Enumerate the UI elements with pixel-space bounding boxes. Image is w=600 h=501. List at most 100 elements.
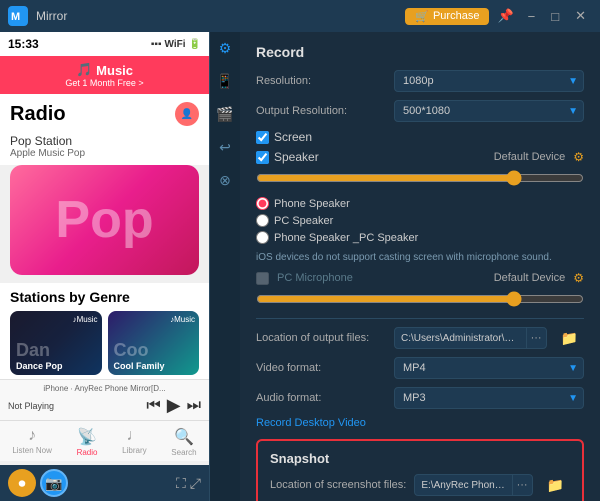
nav-listen-now[interactable]: ♪ Listen Now bbox=[12, 427, 52, 457]
genre-img-text-2: Coo bbox=[114, 340, 149, 361]
video-format-label: Video format: bbox=[256, 362, 386, 374]
ios-note: iOS devices do not support casting scree… bbox=[256, 252, 584, 263]
speaker-row: Speaker Default Device ⚙ bbox=[256, 150, 584, 164]
nav-library[interactable]: ♩ Library bbox=[122, 427, 146, 457]
video-format-row: Video format: MP4 AVI MOV ▼ bbox=[256, 357, 584, 379]
pc-mic-gear-icon[interactable]: ⚙ bbox=[573, 271, 584, 285]
apple-music-icon: 🎵 bbox=[76, 62, 92, 78]
screen-checkbox[interactable] bbox=[256, 131, 269, 144]
battery-icon: 🔋 bbox=[189, 39, 201, 50]
speaker-label: Speaker bbox=[274, 150, 319, 164]
output-resolution-select[interactable]: 500*1080 bbox=[394, 100, 584, 122]
expand-icon[interactable]: ⛶ bbox=[176, 475, 186, 492]
output-files-path: C:\Users\Administrator\Videos\AnyRe ... bbox=[395, 329, 526, 348]
prev-button[interactable]: ⏮ bbox=[146, 397, 160, 415]
maximize-button[interactable]: □ bbox=[545, 7, 565, 26]
genre-img-text-1: Dan bbox=[16, 340, 50, 361]
close-button[interactable]: ✕ bbox=[569, 6, 592, 26]
audio-format-select[interactable]: MP3 AAC bbox=[394, 387, 584, 409]
phone-icon[interactable]: 📱 bbox=[216, 73, 233, 90]
music-promo[interactable]: Get 1 Month Free > bbox=[10, 78, 199, 88]
pc-speaker-option: PC Speaker bbox=[256, 214, 584, 227]
control-buttons: ⏮ ▶ ⏭ bbox=[146, 395, 201, 416]
genre-label-1: Dance Pop bbox=[16, 361, 63, 371]
radio-icon: 📡 bbox=[77, 427, 97, 447]
close-side-icon[interactable]: ⊗ bbox=[219, 172, 231, 189]
screenshot-folder-icon[interactable]: 📁 bbox=[541, 475, 570, 496]
side-strip: ⚙ 📱 🎬 ↩ ⊗ bbox=[210, 32, 240, 501]
speaker-gear-icon[interactable]: ⚙ bbox=[573, 150, 584, 164]
output-files-dots[interactable]: ··· bbox=[526, 328, 546, 348]
phone-toolbar: ⏺ 📷 ⛶ ⤢ bbox=[0, 465, 209, 501]
undo-icon[interactable]: ↩ bbox=[219, 139, 231, 156]
toolbar-right: ⛶ ⤢ bbox=[176, 475, 201, 492]
settings-icon[interactable]: ⚙ bbox=[219, 40, 232, 57]
phone-pc-speaker-radio[interactable] bbox=[256, 231, 269, 244]
slider-row bbox=[256, 170, 584, 189]
audio-format-label: Audio format: bbox=[256, 392, 386, 404]
phone-speaker-option: Phone Speaker bbox=[256, 197, 584, 210]
pc-mic-row: PC Microphone Default Device ⚙ bbox=[256, 271, 584, 285]
record-title: Record bbox=[256, 44, 584, 60]
music-title: Music bbox=[96, 63, 133, 78]
record-desktop-link[interactable]: Record Desktop Video bbox=[256, 417, 584, 429]
next-button[interactable]: ⏭ bbox=[187, 397, 201, 415]
nav-search[interactable]: 🔍 Search bbox=[171, 427, 196, 457]
resolution-row: Resolution: 1080p 720p 480p ▼ bbox=[256, 70, 584, 92]
phone-pc-speaker-option: Phone Speaker _PC Speaker bbox=[256, 231, 584, 244]
pc-mic-checkbox[interactable] bbox=[256, 272, 269, 285]
genre-title: Stations by Genre bbox=[10, 289, 199, 305]
station-info: Pop Station Apple Music Pop bbox=[0, 132, 209, 165]
screen-label: Screen bbox=[274, 130, 312, 144]
radio-title: Radio bbox=[10, 103, 66, 126]
phone-panel: 15:33 ▪▪▪ WiFi 🔋 🎵 Music Get 1 Month Fre… bbox=[0, 32, 210, 501]
snapshot-section: Snapshot Location of screenshot files: E… bbox=[256, 439, 584, 501]
app-logo: M bbox=[8, 6, 28, 26]
output-files-input: C:\Users\Administrator\Videos\AnyRe ... … bbox=[394, 327, 547, 349]
record-button[interactable]: ⏺ bbox=[8, 469, 36, 497]
resolution-label: Resolution: bbox=[256, 75, 386, 87]
speaker-checkbox[interactable] bbox=[256, 151, 269, 164]
snapshot-title: Snapshot bbox=[270, 451, 570, 466]
status-time: 15:33 bbox=[8, 37, 39, 51]
video-format-wrapper: MP4 AVI MOV ▼ bbox=[394, 357, 584, 379]
camera-button[interactable]: 📷 bbox=[40, 469, 68, 497]
genre-card-cool[interactable]: ♪Music Coo Cool Family bbox=[108, 311, 200, 375]
phone-speaker-label: Phone Speaker bbox=[274, 198, 350, 210]
phone-speaker-radio[interactable] bbox=[256, 197, 269, 210]
output-resolution-row: Output Resolution: 500*1080 ▼ bbox=[256, 100, 584, 122]
video-format-select[interactable]: MP4 AVI MOV bbox=[394, 357, 584, 379]
minimize-button[interactable]: − bbox=[522, 7, 542, 26]
player-controls: Not Playing ⏮ ▶ ⏭ bbox=[8, 395, 201, 416]
phone-nav: ♪ Listen Now 📡 Radio ♩ Library 🔍 Search bbox=[0, 420, 209, 461]
user-avatar[interactable]: 👤 bbox=[175, 102, 199, 126]
music-logo: 🎵 Music bbox=[10, 62, 199, 78]
play-button[interactable]: ▶ bbox=[167, 395, 181, 416]
mic-slider-row bbox=[256, 291, 584, 310]
output-resolution-select-wrapper: 500*1080 ▼ bbox=[394, 100, 584, 122]
speaker-checkbox-item: Speaker bbox=[256, 150, 319, 164]
audio-options: Phone Speaker PC Speaker Phone Speaker _… bbox=[256, 197, 584, 244]
genre-card-dance[interactable]: ♪Music Dan Dance Pop bbox=[10, 311, 102, 375]
video-icon[interactable]: 🎬 bbox=[216, 106, 233, 123]
speaker-slider[interactable] bbox=[256, 170, 584, 186]
listen-icon: ♪ bbox=[28, 427, 36, 445]
output-files-row: Location of output files: C:\Users\Admin… bbox=[256, 327, 584, 349]
pop-text: Pop bbox=[55, 190, 153, 250]
screenshot-files-dots[interactable]: ··· bbox=[512, 475, 532, 495]
nav-radio[interactable]: 📡 Radio bbox=[77, 427, 98, 457]
pop-banner[interactable]: Pop bbox=[10, 165, 199, 275]
pin-icon[interactable]: 📌 bbox=[493, 6, 517, 26]
resolution-select[interactable]: 1080p 720p 480p bbox=[394, 70, 584, 92]
fullscreen-icon[interactable]: ⤢ bbox=[190, 475, 201, 492]
audio-format-wrapper: MP3 AAC ▼ bbox=[394, 387, 584, 409]
purchase-button[interactable]: 🛒 Purchase bbox=[405, 8, 489, 25]
mic-slider[interactable] bbox=[256, 291, 584, 307]
radio-nav-label: Radio bbox=[77, 448, 98, 457]
player-song: Not Playing bbox=[8, 401, 54, 411]
screenshot-files-row: Location of screenshot files: E:\AnyRec … bbox=[270, 474, 570, 496]
stations-genre: Stations by Genre ♪Music Dan Dance Pop ♪… bbox=[0, 283, 209, 379]
player-device: iPhone ∙ AnyRec Phone Mirror[D... bbox=[8, 384, 201, 393]
output-files-folder-icon[interactable]: 📁 bbox=[555, 328, 584, 349]
pc-speaker-radio[interactable] bbox=[256, 214, 269, 227]
